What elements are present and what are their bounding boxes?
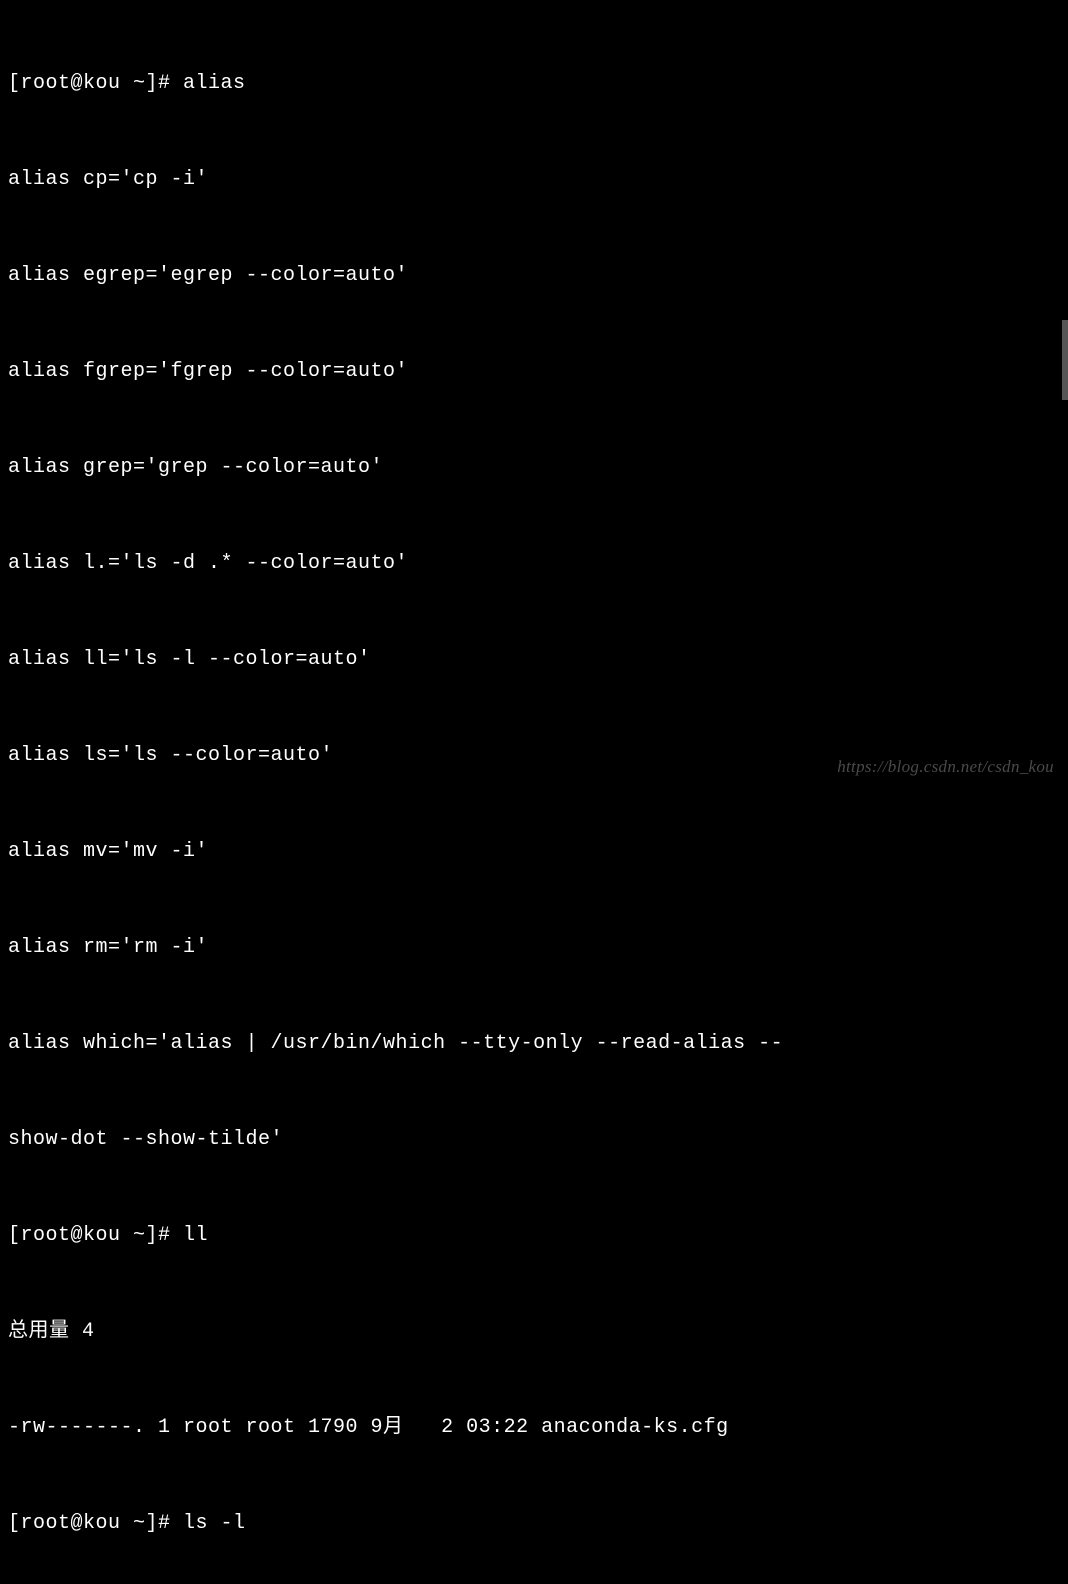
terminal-output[interactable]: [root@kou ~]# alias alias cp='cp -i' ali… <box>8 4 1060 1584</box>
terminal-line: [root@kou ~]# ll <box>8 1220 1060 1252</box>
terminal-line: alias grep='grep --color=auto' <box>8 452 1060 484</box>
terminal-line: alias which='alias | /usr/bin/which --tt… <box>8 1028 1060 1060</box>
terminal-line: alias cp='cp -i' <box>8 164 1060 196</box>
terminal-line: alias l.='ls -d .* --color=auto' <box>8 548 1060 580</box>
terminal-line: -rw-------. 1 root root 1790 9月 2 03:22 … <box>8 1412 1060 1444</box>
scrollbar[interactable] <box>1062 320 1068 400</box>
terminal-line: 总用量 4 <box>8 1316 1060 1348</box>
terminal-line: alias egrep='egrep --color=auto' <box>8 260 1060 292</box>
terminal-line: show-dot --show-tilde' <box>8 1124 1060 1156</box>
terminal-line: alias mv='mv -i' <box>8 836 1060 868</box>
terminal-line: [root@kou ~]# alias <box>8 68 1060 100</box>
watermark-text: https://blog.csdn.net/csdn_kou <box>837 753 1054 780</box>
terminal-line: alias fgrep='fgrep --color=auto' <box>8 356 1060 388</box>
terminal-line: alias ll='ls -l --color=auto' <box>8 644 1060 676</box>
terminal-line: [root@kou ~]# ls -l <box>8 1508 1060 1540</box>
terminal-line: alias rm='rm -i' <box>8 932 1060 964</box>
